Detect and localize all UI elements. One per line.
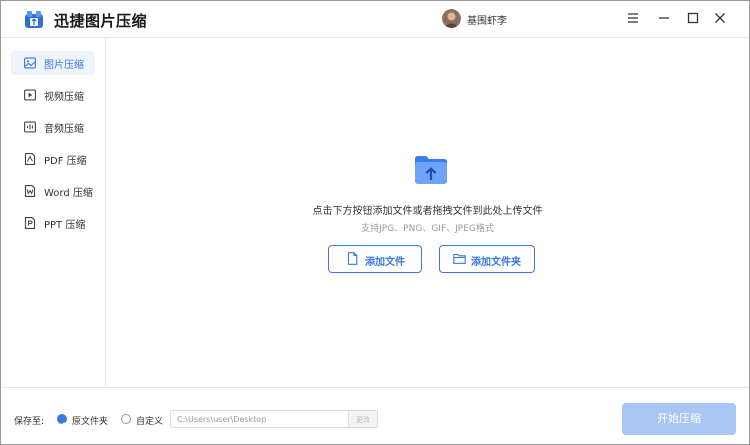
title-bar: 迅捷图片压缩 基围虾李: [1, 1, 749, 38]
app-title: 迅捷图片压缩: [54, 12, 148, 30]
pdf-icon: [24, 153, 36, 165]
file-icon: [347, 252, 358, 265]
maximize-icon[interactable]: [685, 10, 701, 26]
sidebar-item-label: 音频压缩: [44, 124, 84, 135]
drop-area[interactable]: 点击下方按钮添加文件或者拖拽文件到此处上传文件 支持JPG、PNG、GIF、JP…: [106, 38, 749, 386]
sidebar-item-pdf[interactable]: PDF 压缩: [11, 147, 95, 171]
sidebar-item-label: 图片压缩: [44, 60, 84, 71]
add-file-label: 添加文件: [365, 257, 405, 268]
save-path-input[interactable]: [170, 410, 348, 428]
folder-icon: [453, 253, 466, 264]
avatar[interactable]: [442, 9, 461, 28]
sidebar-item-ppt[interactable]: PPT 压缩: [11, 211, 95, 235]
radio-original-folder[interactable]: [57, 414, 67, 427]
save-to-label: 保存至:: [14, 417, 45, 427]
video-icon: [24, 89, 36, 101]
add-file-button[interactable]: 添加文件: [328, 245, 422, 273]
ppt-icon: [24, 217, 36, 229]
sidebar-item-label: Word 压缩: [44, 188, 93, 199]
check-icon: [59, 422, 65, 427]
sidebar: 图片压缩 视频压缩 音频压缩 PDF 压缩 Word 压缩 PPT 压缩: [1, 38, 106, 386]
app-logo-icon: [25, 11, 43, 28]
radio-custom[interactable]: [121, 414, 131, 424]
change-path-button[interactable]: 更改: [348, 410, 378, 428]
original-folder-label[interactable]: 原文件夹: [72, 414, 108, 427]
upload-hint: 点击下方按钮添加文件或者拖拽文件到此处上传文件: [312, 206, 543, 217]
add-folder-button[interactable]: 添加文件夹: [439, 245, 535, 273]
audio-icon: [24, 121, 36, 133]
sidebar-item-label: 视频压缩: [44, 92, 84, 103]
menu-icon[interactable]: [625, 10, 641, 26]
sidebar-item-word[interactable]: Word 压缩: [11, 179, 95, 203]
close-icon[interactable]: [712, 10, 728, 26]
supported-formats: 支持JPG、PNG、GIF、JPEG格式: [361, 224, 494, 234]
upload-folder-icon: [415, 156, 447, 184]
image-icon: [24, 57, 36, 69]
minimize-icon[interactable]: [656, 10, 672, 26]
sidebar-item-label: PDF 压缩: [44, 156, 87, 167]
username[interactable]: 基围虾李: [467, 12, 507, 27]
app-window: 迅捷图片压缩 基围虾李 图片压缩 视频压缩 音频压缩 PDF 压缩 Word 压…: [0, 0, 750, 445]
sidebar-item-audio[interactable]: 音频压缩: [11, 115, 95, 139]
word-icon: [24, 185, 36, 197]
custom-label[interactable]: 自定义: [136, 414, 163, 427]
sidebar-item-label: PPT 压缩: [44, 220, 86, 231]
add-folder-label: 添加文件夹: [471, 257, 521, 268]
sidebar-item-image[interactable]: 图片压缩: [11, 51, 95, 75]
sidebar-item-video[interactable]: 视频压缩: [11, 83, 95, 107]
start-compress-button[interactable]: 开始压缩: [622, 403, 736, 435]
footer-bar: 保存至: 原文件夹 自定义 更改 开始压缩: [1, 387, 749, 444]
